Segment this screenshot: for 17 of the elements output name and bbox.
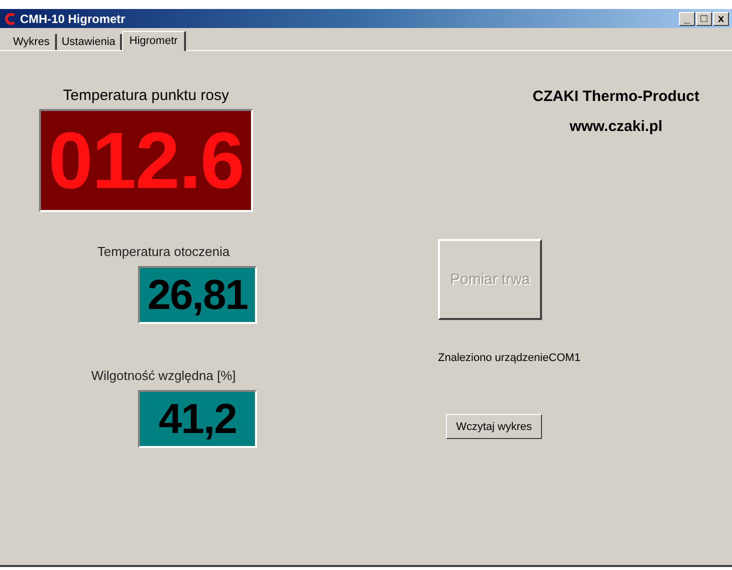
window-control-button[interactable]: _: [679, 12, 695, 26]
website-url: www.czaki.pl: [570, 118, 662, 135]
load-chart-button[interactable]: Wczytaj wykres: [446, 414, 542, 439]
window-control-button[interactable]: x: [713, 12, 729, 26]
value-display: 012.6: [39, 109, 253, 212]
value-display: 41,2: [138, 390, 257, 448]
window-control-button[interactable]: □: [696, 12, 712, 26]
value-display: 26,81: [138, 266, 257, 324]
brand-name: CZAKI Thermo-Product: [532, 88, 700, 105]
logo-icon: [3, 12, 17, 26]
window-title: CMH-10 Higrometr: [20, 12, 126, 26]
tab[interactable]: Wykres: [8, 34, 57, 50]
display-label: Temperatura otoczenia: [97, 244, 230, 259]
display-label: Temperatura punktu rosy: [63, 87, 229, 104]
tab[interactable]: Higrometr: [122, 31, 186, 51]
status-text: Znaleziono urządzenieCOM1: [438, 352, 582, 364]
display-label: Wilgotność względna [%]: [91, 368, 236, 383]
